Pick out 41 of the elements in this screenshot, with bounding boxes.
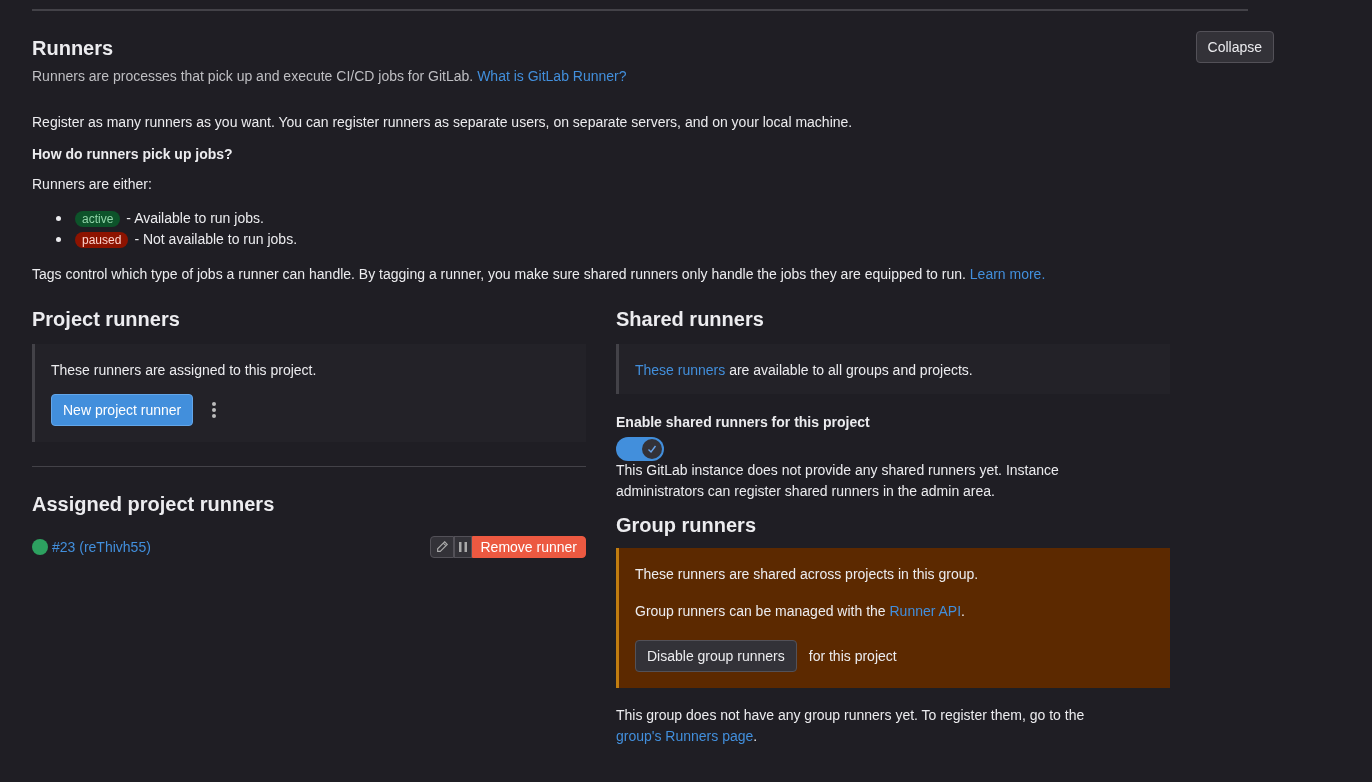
status-badge: paused	[75, 231, 129, 248]
runners-link[interactable]: These runners	[635, 362, 726, 378]
status-badge: active	[75, 210, 121, 227]
tags-text: Tags control which type of jobs a runner can handle. By tagging a runner, you make sure shared runners only handle the jobs they are equipped to run. Learn more.	[32, 266, 1047, 282]
pencil-icon	[434, 540, 449, 554]
project-runners-heading: Project runners	[32, 308, 181, 331]
status-description: - Available to run jobs.	[126, 209, 264, 228]
learn-more-link[interactable]: Learn more.	[969, 266, 1046, 282]
assigned-runners-heading: Assigned project runners	[32, 493, 276, 516]
group-runners-heading: Group runners	[616, 514, 757, 537]
edit-button[interactable]	[429, 536, 454, 558]
question-heading: How do runners pick up jobs?	[32, 146, 234, 162]
either-text: Runners are either:	[32, 176, 153, 192]
check-icon	[647, 444, 657, 454]
collapse-button[interactable]: Collapse	[1195, 31, 1274, 63]
api-text: Group runners can be managed with the Runner API.	[635, 603, 966, 619]
shared-runners-heading: Shared runners	[616, 308, 765, 331]
panel-text: These runners are shared across projects in this group.	[635, 566, 980, 582]
bullet-icon	[56, 237, 61, 242]
register-text: Register as many runners as you want. You can register runners as separate users, on separate servers, and on your local machine.	[32, 114, 854, 130]
intro-text: Runners are processes that pick up and execute CI/CD jobs for GitLab. What is GitLab Runner?	[32, 68, 628, 84]
shared-runners-info: This GitLab instance does not provide any shared runners yet. Instance administrators can register shared runners in the admin area.	[616, 461, 1060, 501]
pause-icon	[458, 542, 467, 552]
help-link[interactable]: What is GitLab Runner?	[477, 68, 627, 84]
card-text: These runners are assigned to this project.	[51, 362, 318, 378]
group-runners-page-link[interactable]: group's Runners page	[616, 728, 754, 744]
bullet-icon	[56, 216, 61, 221]
toggle-label: Enable shared runners for this project	[616, 414, 871, 430]
status-description: - Not available to run jobs.	[134, 230, 297, 249]
disable-suffix-text: for this project	[808, 648, 897, 664]
remove-runner-button[interactable]: Remove runner	[471, 536, 586, 558]
runner-link[interactable]: #23 (reThivh55)	[52, 539, 151, 555]
new-runner-button[interactable]: New project runner	[51, 394, 194, 426]
pause-button[interactable]	[453, 536, 472, 558]
disable-group-runners-button[interactable]: Disable group runners	[635, 640, 797, 672]
section-title: Runners	[32, 37, 114, 60]
shared-runners-toggle[interactable]	[616, 437, 664, 461]
more-options-icon[interactable]	[211, 401, 218, 419]
card-text: These runners are available to all groups and projects.	[635, 362, 974, 378]
group-runners-info: This group does not have any group runners yet. To register them, go to the group's Runners page.	[616, 706, 1086, 746]
runner-api-link[interactable]: Runner API	[889, 603, 962, 619]
